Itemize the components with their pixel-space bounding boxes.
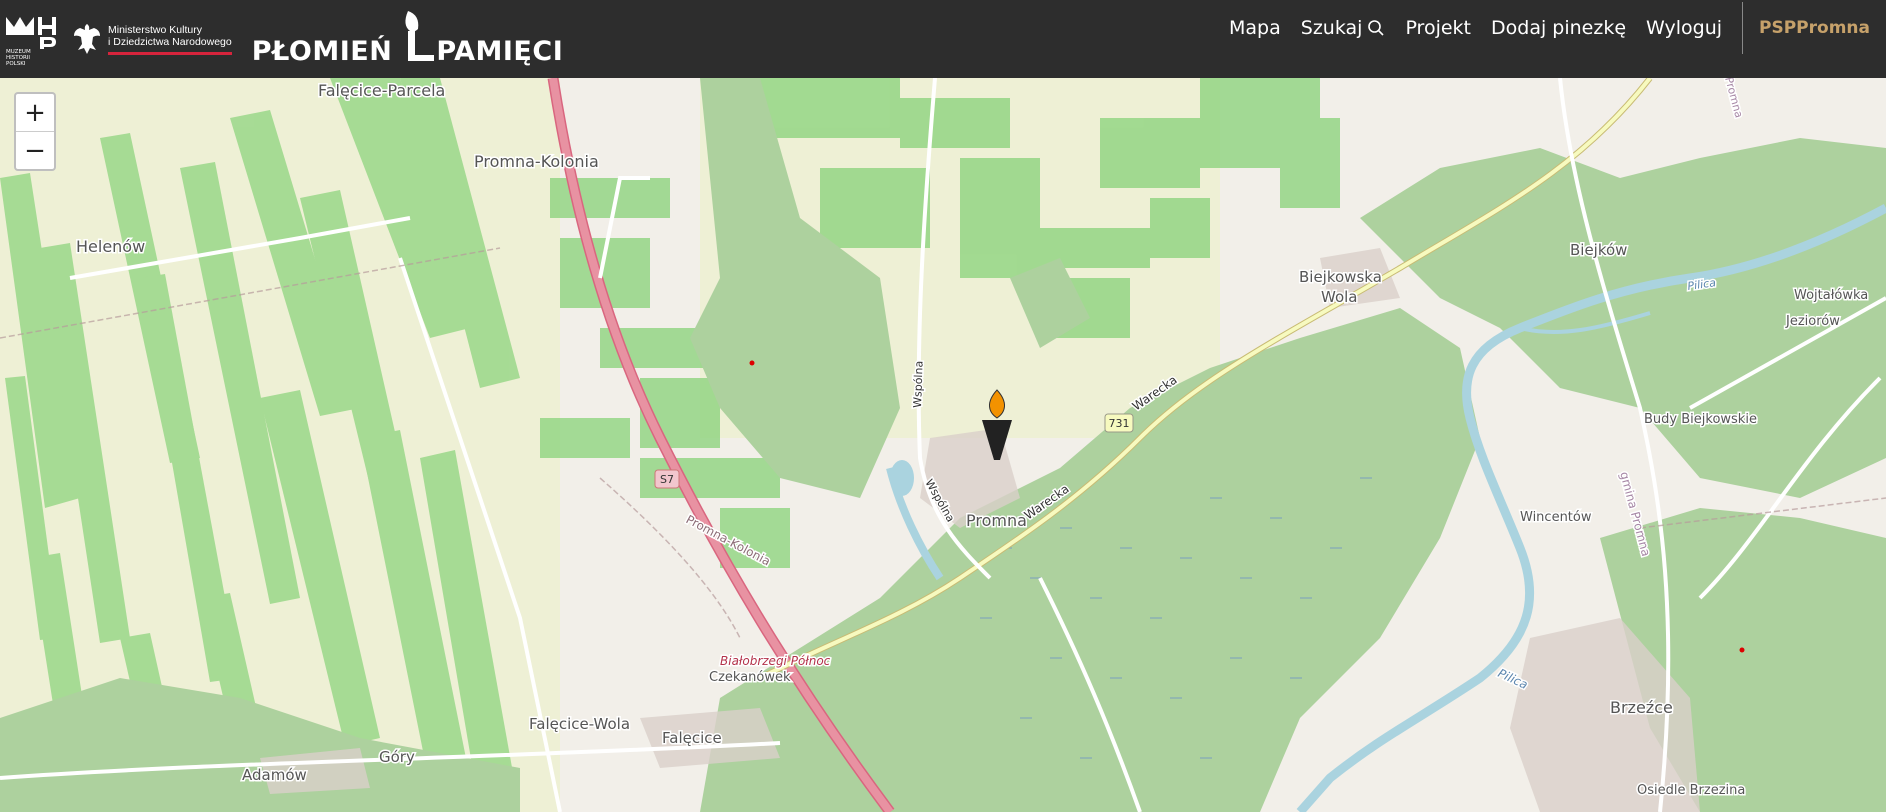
nav-map[interactable]: Mapa [1229,17,1281,39]
nav-search-label: Szukaj [1300,17,1363,39]
nav-logout[interactable]: Wyloguj [1646,17,1722,39]
logo-group: MUZEUM HISTORII POLSKI Ministerstwo Kult… [6,8,563,70]
svg-text:S7: S7 [660,473,674,486]
zoom-in-button[interactable]: + [16,94,54,132]
main-nav: Mapa Szukaj Projekt Dodaj pinezkę Wylogu… [1219,0,1886,56]
ministry-text: Ministerstwo Kultury i Dziedzictwa Narod… [108,24,232,55]
label-czekanowek: Czekanówek [709,670,791,685]
zoom-out-button[interactable]: − [16,132,54,169]
road-shield-s7: S7 [654,469,680,489]
mhp-logo-icon [6,17,56,49]
nav-project[interactable]: Projekt [1405,17,1471,39]
label-gory: Góry [379,748,415,766]
label-wojtalowka: Wojtałówka [1794,288,1868,303]
user-account-link[interactable]: PSPPromna [1759,18,1870,38]
label-biejkowska: Biejkowska [1299,268,1382,286]
map-tiles[interactable]: S7 731 Falęcice-Parcela Promna-Kolonia H… [0,78,1886,812]
label-falecice: Falęcice [662,729,722,747]
eagle-icon [74,24,100,54]
nav-add-pin[interactable]: Dodaj pinezkę [1491,17,1626,39]
svg-text:731: 731 [1109,417,1130,430]
brand-logo[interactable]: PŁOMIEŃ PAMIĘCI [252,11,564,67]
label-bialobrzegi-polnoc: Białobrzegi Północ [720,654,831,668]
label-wincentow: Wincentów [1520,510,1592,525]
road-shield-731: 731 [1104,413,1134,433]
label-adamow: Adamów [242,766,307,784]
label-jeziorow: Jeziorów [1785,314,1840,329]
ministry-logo[interactable]: Ministerstwo Kultury i Dziedzictwa Narod… [72,22,232,56]
search-icon [1368,20,1385,36]
label-promna: Promna [966,511,1027,530]
label-helenow: Helenów [76,237,145,256]
label-wola: Wola [1321,288,1358,306]
label-wspolna-1: Wspólna [911,361,926,409]
museum-small-text: MUZEUM HISTORII POLSKI [6,49,31,67]
nav-divider [1742,2,1744,54]
label-brzezce: Brzeźce [1610,698,1673,717]
label-osiedle-brzezina: Osiedle Brzezina [1637,783,1745,798]
ministry-line1: Ministerstwo Kultury [108,23,202,36]
museum-logo[interactable]: MUZEUM HISTORII POLSKI [6,13,60,67]
nav-search[interactable]: Szukaj [1301,17,1386,39]
label-promna-kolonia: Promna-Kolonia [474,152,599,171]
label-biejkow: Biejków [1570,241,1627,259]
brand-right: PAMIĘCI [436,36,564,67]
brand-left: PŁOMIEŃ [251,36,393,67]
torch-logo-icon [394,11,435,67]
ministry-line2: i Dziedzictwa Narodowego [108,35,232,48]
label-falecice-wola: Falęcice-Wola [529,715,630,733]
label-budy-biejkowskie: Budy Biejkowskie [1644,412,1757,427]
zoom-control: + − [14,92,56,171]
header: MUZEUM HISTORII POLSKI Ministerstwo Kult… [0,0,1886,78]
label-falecice-parcela: Falęcice-Parcela [318,81,445,100]
map-canvas[interactable]: S7 731 Falęcice-Parcela Promna-Kolonia H… [0,78,1886,812]
